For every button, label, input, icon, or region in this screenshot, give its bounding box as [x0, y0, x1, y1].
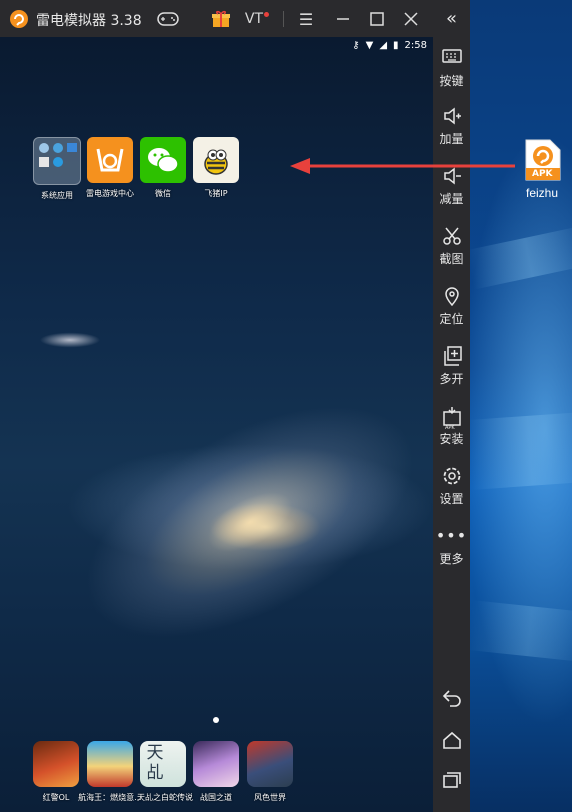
drag-arrow [290, 158, 515, 174]
